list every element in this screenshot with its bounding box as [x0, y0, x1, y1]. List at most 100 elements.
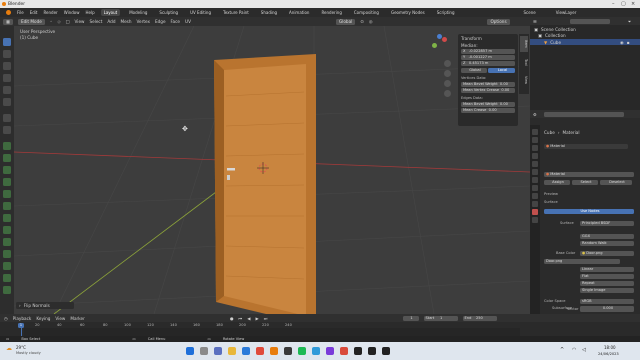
menu-edit[interactable]: Edit	[30, 10, 38, 15]
select-mode-vertex-icon[interactable]: ◦	[50, 19, 52, 24]
material-properties-tab-icon[interactable]	[532, 209, 538, 215]
spotify-icon[interactable]	[298, 347, 306, 355]
viewport-menu-edge[interactable]: Edge	[155, 19, 166, 24]
viewport-menu-view[interactable]: View	[75, 19, 85, 24]
rip-region-tool-icon[interactable]	[3, 286, 11, 294]
object-properties-tab-icon[interactable]	[532, 177, 538, 183]
workspace-tab-geometry-nodes[interactable]: Geometry Nodes	[388, 9, 428, 16]
output-properties-tab-icon[interactable]	[532, 145, 538, 151]
clock-time[interactable]: 18:00	[604, 345, 616, 350]
end-frame-field[interactable]: End 250	[462, 315, 497, 321]
global-toggle[interactable]: Global	[461, 68, 487, 73]
file-explorer-icon[interactable]	[228, 347, 236, 355]
deselect-button[interactable]: Deselect	[600, 180, 632, 185]
timeline-editor-icon[interactable]: ◷	[4, 316, 8, 321]
camera-view-icon[interactable]	[444, 80, 451, 87]
scale-tool-icon[interactable]	[3, 86, 11, 94]
workspace-tab-modeling[interactable]: Modeling	[126, 9, 150, 16]
blender-taskbar-icon[interactable]	[270, 347, 278, 355]
workspace-tab-animation[interactable]: Animation	[286, 9, 312, 16]
viewport-menu-face[interactable]: Face	[171, 19, 180, 24]
tool-properties-tab-icon[interactable]	[532, 129, 538, 135]
app-icon[interactable]	[354, 347, 362, 355]
editor-type-button[interactable]: ▦	[3, 18, 13, 25]
filter-icon[interactable]: ⏷	[628, 19, 631, 24]
world-properties-tab-icon[interactable]	[532, 169, 538, 175]
transform-tool-icon[interactable]	[3, 98, 11, 106]
assign-button[interactable]: Assign	[544, 180, 570, 185]
annotate-tool-icon[interactable]	[3, 114, 11, 122]
local-toggle[interactable]: Local	[488, 68, 515, 73]
distribution-selector[interactable]: GGX	[580, 234, 634, 239]
timeline-menu-playback[interactable]: Playback	[13, 316, 32, 321]
shear-tool-icon[interactable]	[3, 274, 11, 282]
wifi-icon[interactable]: ◠	[572, 347, 576, 353]
select-button[interactable]: Select	[572, 180, 598, 185]
render-camera-icon[interactable]: ▪	[627, 40, 630, 45]
extension-selector[interactable]: Repeat	[580, 281, 634, 286]
knife-tool-icon[interactable]	[3, 202, 11, 210]
viewport-menu-add[interactable]: Add	[107, 19, 115, 24]
visibility-eye-icon[interactable]: ◉	[620, 40, 624, 45]
bevel-tool-icon[interactable]	[3, 178, 11, 186]
gizmo-z-icon[interactable]	[437, 34, 442, 39]
minimize-icon[interactable]: –	[612, 1, 615, 7]
timeline-menu-keying[interactable]: Keying	[36, 316, 50, 321]
3d-viewport[interactable]: ✥ User Perspective (1) Cube › Flip Norma…	[14, 26, 530, 314]
sidebar-tab-view[interactable]: View	[520, 72, 528, 88]
start-menu-icon[interactable]	[186, 347, 194, 355]
median-y-field[interactable]: Y -0.001227 m	[461, 55, 515, 60]
transform-orientation-selector[interactable]: Global	[335, 18, 356, 25]
add-cube-tool-icon[interactable]	[3, 142, 11, 150]
gizmo-y-icon[interactable]	[432, 43, 437, 48]
weather-icon[interactable]: ☁	[6, 345, 12, 352]
modifier-properties-tab-icon[interactable]	[532, 185, 538, 191]
workspace-tab-layout[interactable]: Layout	[100, 9, 121, 16]
spin-tool-icon[interactable]	[3, 226, 11, 234]
properties-editor-icon[interactable]: ⚙	[533, 112, 537, 117]
app-icon[interactable]	[368, 347, 376, 355]
app-icon[interactable]	[340, 347, 348, 355]
vertex-crease-field[interactable]: Mean Vertex Crease 0.00	[461, 88, 515, 93]
workspace-tab-compositing[interactable]: Compositing	[351, 9, 382, 16]
menu-window[interactable]: Window	[64, 10, 80, 15]
premiere-icon[interactable]	[326, 347, 334, 355]
viewport-menu-select[interactable]: Select	[89, 19, 102, 24]
play-icon[interactable]: ▶	[256, 316, 259, 321]
workspace-tab-scripting[interactable]: Scripting	[434, 9, 458, 16]
chrome-browser-icon[interactable]	[256, 347, 264, 355]
timeline-track[interactable]	[24, 328, 520, 336]
task-view-icon[interactable]	[214, 347, 222, 355]
view-layer-selector[interactable]: ViewLayer	[556, 10, 577, 15]
jump-end-icon[interactable]: ⏭	[264, 316, 268, 321]
timeline[interactable]: 1 20 40 60 80 100 120 140 160 180 200 22…	[0, 322, 640, 336]
workspace-tab-rendering[interactable]: Rendering	[318, 9, 344, 16]
surface-section-header[interactable]: Surface	[544, 200, 558, 204]
select-box-tool-icon[interactable]	[3, 38, 11, 46]
viewport-menu-uv[interactable]: UV	[185, 19, 191, 24]
render-properties-tab-icon[interactable]	[532, 137, 538, 143]
workspace-tab-uv-editing[interactable]: UV Editing	[187, 9, 214, 16]
scene-selector[interactable]: Scene	[524, 10, 536, 15]
proportional-edit-icon[interactable]: ◎	[369, 19, 373, 24]
extrude-tool-icon[interactable]	[3, 154, 11, 162]
preview-section-header[interactable]: Preview	[544, 192, 558, 196]
base-color-link[interactable]: ● Door.png	[580, 251, 634, 256]
edge-bevel-weight-field[interactable]: Mean Bevel Weight 0.00	[461, 102, 515, 107]
projection-selector[interactable]: Flat	[580, 274, 634, 279]
timeline-menu-marker[interactable]: Marker	[70, 316, 84, 321]
outliner-search-input[interactable]	[570, 18, 610, 24]
menu-render[interactable]: Render	[43, 10, 57, 15]
measure-tool-icon[interactable]	[3, 126, 11, 134]
sidebar-tab-item[interactable]: Item	[520, 36, 528, 52]
data-properties-tab-icon[interactable]	[532, 201, 538, 207]
median-x-field[interactable]: X -0.022857 m	[461, 49, 515, 54]
edge-slide-tool-icon[interactable]	[3, 250, 11, 258]
move-tool-icon[interactable]	[3, 62, 11, 70]
last-operator-panel[interactable]: › Flip Normals	[16, 302, 74, 309]
properties-search-input[interactable]	[544, 111, 624, 117]
interpolation-selector[interactable]: Linear	[580, 267, 634, 272]
clock-date[interactable]: 24/06/2023	[598, 352, 619, 356]
ortho-toggle-icon[interactable]	[444, 90, 451, 97]
edge-crease-field[interactable]: Mean Crease 0.00	[461, 108, 515, 113]
